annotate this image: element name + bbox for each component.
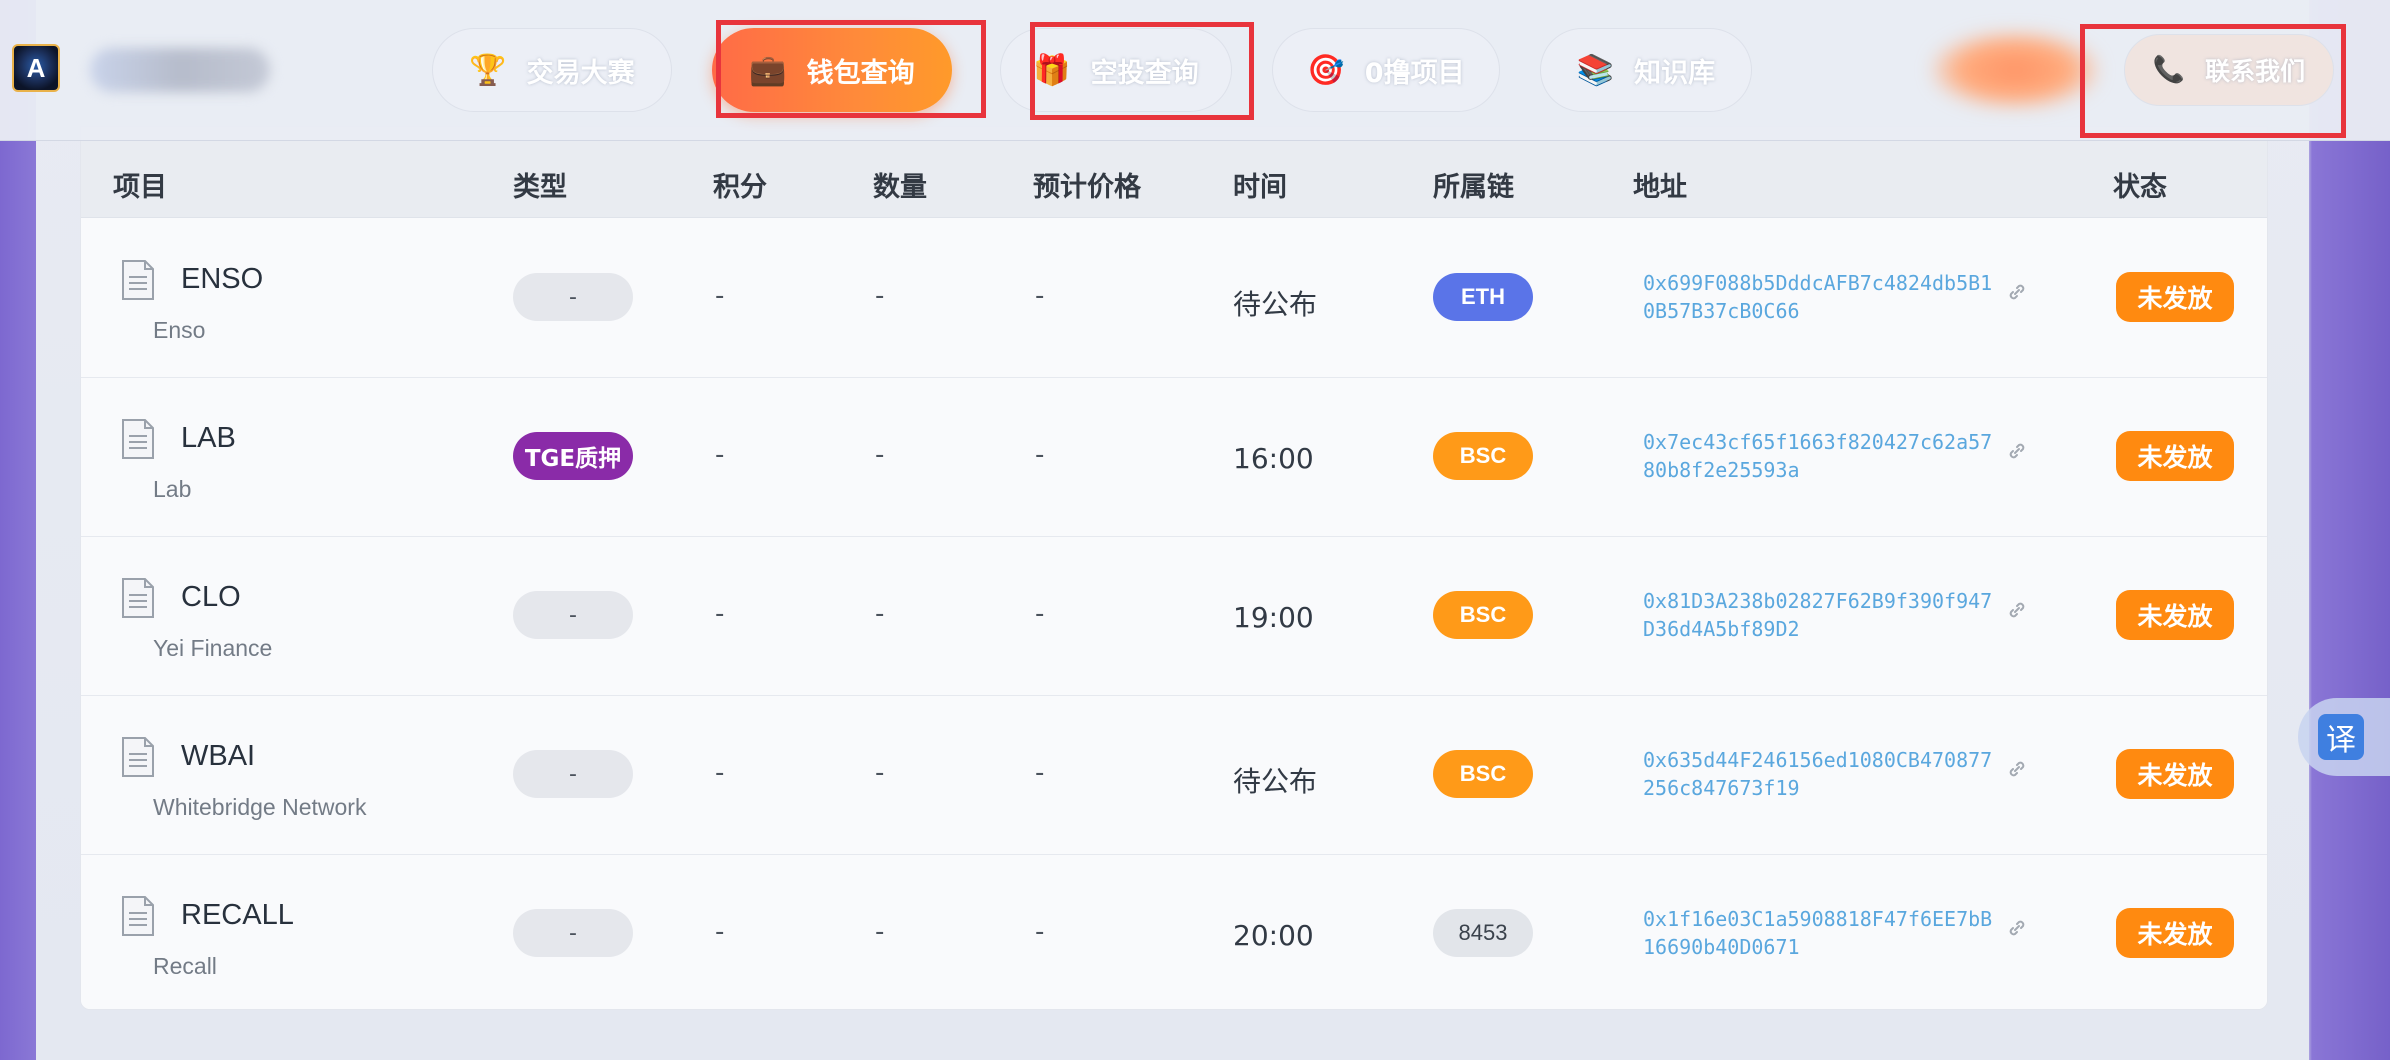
- table-row: CLO Yei Finance - - - - 19:00 BSC 0x81D3…: [81, 537, 2267, 696]
- trophy-icon: 🏆: [469, 52, 507, 88]
- price-value: -: [1035, 599, 1045, 629]
- price-value: -: [1035, 440, 1045, 470]
- contract-address-link[interactable]: 0x635d44F246156ed1080CB470877256c847673f…: [1643, 746, 2003, 802]
- price-value: -: [1035, 281, 1045, 311]
- project-symbol[interactable]: CLO: [181, 581, 241, 614]
- site-name-blurred: [90, 48, 270, 92]
- project-name: Whitebridge Network: [153, 794, 367, 820]
- amount-value: -: [875, 281, 885, 311]
- status-badge: 未发放: [2116, 908, 2234, 958]
- logo-letter: A: [26, 52, 46, 83]
- header-time: 时间: [1233, 172, 1287, 203]
- contract-address-link[interactable]: 0x81D3A238b02827F62B9f390f947D36d4A5bf89…: [1643, 587, 2003, 643]
- nav-contact-us[interactable]: 📞 联系我们: [2124, 34, 2334, 106]
- table-row: RECALL Recall - - - - 20:00 8453 0x1f16e…: [81, 855, 2267, 1009]
- airdrop-table: 项目 类型 积分 数量 预计价格 时间 所属链 地址 状态 ENSO Enso …: [80, 126, 2268, 1010]
- chain-badge: ETH: [1433, 273, 1533, 321]
- nav-trading-contest[interactable]: 🏆 交易大赛: [432, 28, 672, 112]
- status-badge: 未发放: [2116, 272, 2234, 322]
- time-value: 20:00: [1233, 919, 1314, 952]
- header-points: 积分: [713, 172, 767, 203]
- header-chain: 所属链: [1433, 172, 1514, 203]
- points-value: -: [715, 440, 725, 470]
- nav-wallet-query[interactable]: 💼 钱包查询: [712, 28, 952, 112]
- gift-icon: 🎁: [1033, 52, 1071, 88]
- type-badge: TGE质押: [513, 432, 633, 480]
- phone-icon: 📞: [2152, 55, 2186, 85]
- link-icon[interactable]: [2006, 917, 2028, 939]
- points-value: -: [715, 917, 725, 947]
- contract-address-link[interactable]: 0x1f16e03C1a5908818F47f6EE7bB16690b40D06…: [1643, 905, 2003, 961]
- books-icon: 📚: [1576, 52, 1615, 88]
- time-value: 19:00: [1233, 601, 1314, 634]
- time-value: 16:00: [1233, 442, 1314, 475]
- nav-label: 0撸项目: [1364, 57, 1465, 89]
- project-name: Yei Finance: [153, 635, 273, 661]
- header-project: 项目: [113, 172, 167, 203]
- nav-airdrop-query[interactable]: 🎁 空投查询: [1000, 28, 1232, 112]
- header-address: 地址: [1633, 172, 1687, 203]
- type-badge: -: [513, 273, 633, 321]
- status-badge: 未发放: [2116, 431, 2234, 481]
- blurred-orange-button: [1930, 30, 2100, 110]
- translate-button[interactable]: 译: [2318, 714, 2364, 760]
- project-name: Enso: [153, 317, 206, 343]
- project-symbol[interactable]: RECALL: [181, 899, 294, 932]
- type-badge: -: [513, 909, 633, 957]
- points-value: -: [715, 281, 725, 311]
- link-icon[interactable]: [2006, 440, 2028, 462]
- price-value: -: [1035, 917, 1045, 947]
- nav-label: 交易大赛: [526, 57, 635, 89]
- chain-badge: BSC: [1433, 591, 1533, 639]
- status-badge: 未发放: [2116, 590, 2234, 640]
- time-value: 待公布: [1233, 288, 1318, 321]
- header-est-price: 预计价格: [1033, 172, 1141, 203]
- type-badge: -: [513, 750, 633, 798]
- time-value: 待公布: [1233, 765, 1318, 798]
- table-row: LAB Lab TGE质押 - - - 16:00 BSC 0x7ec43cf6…: [81, 378, 2267, 537]
- project-symbol[interactable]: LAB: [181, 422, 236, 455]
- project-name: Lab: [153, 476, 192, 502]
- chain-badge: BSC: [1433, 432, 1533, 480]
- type-badge: -: [513, 591, 633, 639]
- document-icon: [122, 578, 154, 618]
- chain-badge: BSC: [1433, 750, 1533, 798]
- status-badge: 未发放: [2116, 749, 2234, 799]
- link-icon[interactable]: [2006, 599, 2028, 621]
- header-amount: 数量: [873, 172, 927, 203]
- header-type: 类型: [513, 172, 567, 203]
- link-icon[interactable]: [2006, 758, 2028, 780]
- amount-value: -: [875, 758, 885, 788]
- document-icon: [122, 260, 154, 300]
- points-value: -: [715, 599, 725, 629]
- project-symbol[interactable]: WBAI: [181, 740, 255, 773]
- contract-address-link[interactable]: 0x7ec43cf65f1663f820427c62a5780b8f2e2559…: [1643, 428, 2003, 484]
- amount-value: -: [875, 917, 885, 947]
- nav-label: 知识库: [1634, 57, 1716, 89]
- amount-value: -: [875, 440, 885, 470]
- briefcase-icon: 💼: [749, 52, 787, 88]
- link-icon[interactable]: [2006, 281, 2028, 303]
- price-value: -: [1035, 758, 1045, 788]
- top-navbar: A 🏆 交易大赛 💼 钱包查询 🎁 空投查询 🎯 0撸项目 📚 知识库 📞 联系…: [0, 0, 2390, 141]
- table-row: WBAI Whitebridge Network - - - - 待公布 BSC…: [81, 696, 2267, 855]
- logo[interactable]: A: [12, 44, 60, 92]
- nav-label: 联系我们: [2205, 57, 2306, 86]
- nav-label: 空投查询: [1090, 57, 1199, 89]
- nav-knowledge-base[interactable]: 📚 知识库: [1540, 28, 1752, 112]
- document-icon: [122, 896, 154, 936]
- project-name: Recall: [153, 953, 217, 979]
- project-symbol[interactable]: ENSO: [181, 263, 263, 296]
- table-row: ENSO Enso - - - - 待公布 ETH 0x699F088b5Ddd…: [81, 219, 2267, 378]
- document-icon: [122, 419, 154, 459]
- chain-badge: 8453: [1433, 909, 1533, 957]
- nav-label: 钱包查询: [806, 57, 915, 89]
- points-value: -: [715, 758, 725, 788]
- nav-zero-cost-projects[interactable]: 🎯 0撸项目: [1272, 28, 1500, 112]
- header-status: 状态: [2113, 172, 2167, 203]
- amount-value: -: [875, 599, 885, 629]
- target-icon: 🎯: [1307, 52, 1345, 88]
- document-icon: [122, 737, 154, 777]
- contract-address-link[interactable]: 0x699F088b5DddcAFB7c4824db5B10B57B37cB0C…: [1643, 269, 2003, 325]
